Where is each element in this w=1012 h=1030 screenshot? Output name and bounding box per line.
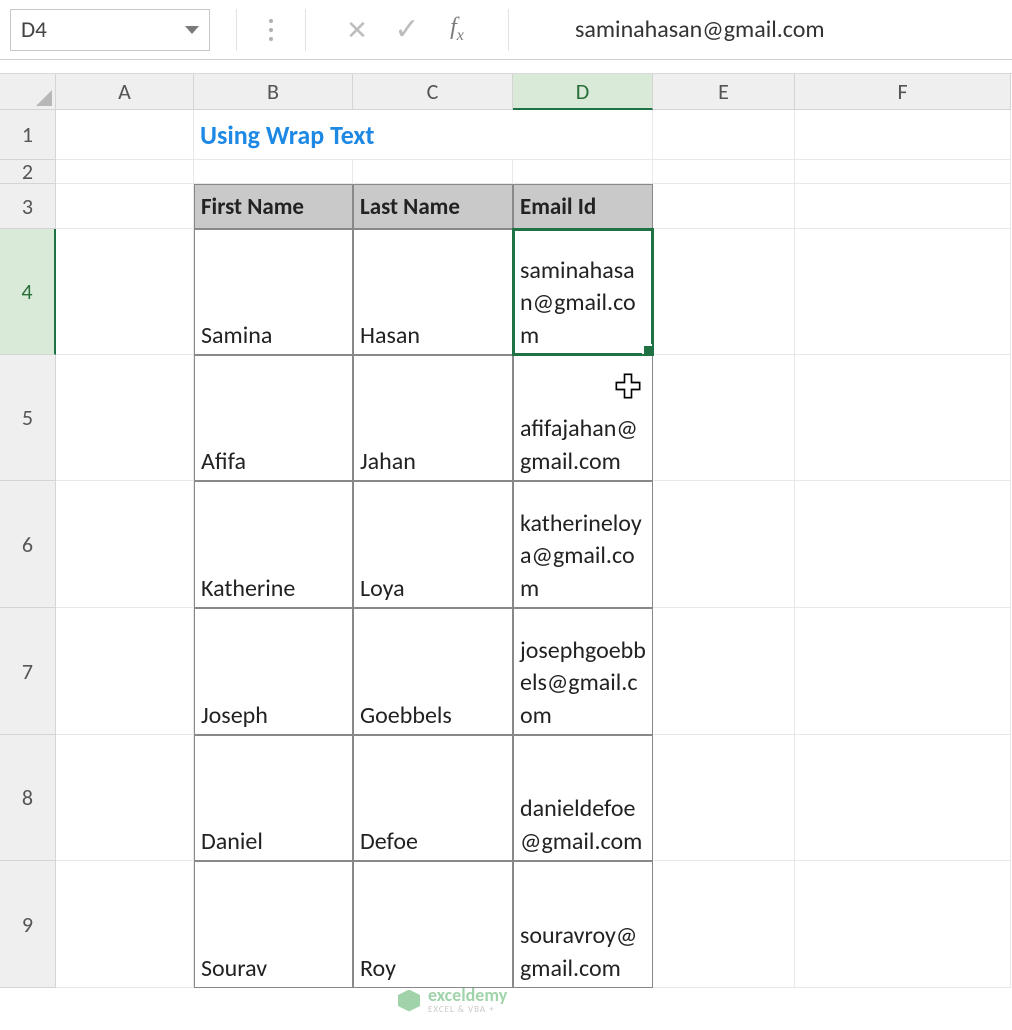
row-header-9[interactable]: 9 [0,861,56,988]
cell-A4[interactable] [56,229,194,355]
cell-D8[interactable]: danieldefoe@gmail.com [513,735,653,861]
cell-F5[interactable] [795,355,1011,481]
cell-F2[interactable] [795,160,1011,184]
cell-E4[interactable] [653,229,795,355]
separator [305,9,306,51]
name-box[interactable]: D4 [10,9,210,51]
spreadsheet-grid: A B C D E F 1 Using Wrap Text 2 3 First … [0,74,1012,988]
cell-C7[interactable]: Goebbels [353,608,513,735]
col-header-B[interactable]: B [194,74,353,110]
cell-B1-title[interactable]: Using Wrap Text [194,110,653,160]
cell-E1[interactable] [653,110,795,160]
header-last-name[interactable]: Last Name [353,184,513,229]
cell-C6[interactable]: Loya [353,481,513,608]
cell-E6[interactable] [653,481,795,608]
select-all-corner[interactable] [0,74,56,110]
cell-A8[interactable] [56,735,194,861]
row-header-1[interactable]: 1 [0,110,56,160]
cell-A9[interactable] [56,861,194,988]
cell-A7[interactable] [56,608,194,735]
row-header-2[interactable]: 2 [0,160,56,184]
cell-C2[interactable] [353,160,513,184]
separator [508,9,509,51]
cell-F1[interactable] [795,110,1011,160]
watermark-logo-icon [398,990,420,1012]
cell-E9[interactable] [653,861,795,988]
formula-bar: D4 ✕ ✓ fx saminahasan@gmail.com [0,0,1012,60]
cell-B6[interactable]: Katherine [194,481,353,608]
cell-F4[interactable] [795,229,1011,355]
cell-F9[interactable] [795,861,1011,988]
fx-button[interactable]: fx [432,14,482,45]
col-header-D[interactable]: D [513,74,653,110]
col-header-F[interactable]: F [795,74,1011,110]
name-box-dropdown-icon[interactable] [185,26,199,34]
bar-gap [0,60,1012,74]
row-header-6[interactable]: 6 [0,481,56,608]
cell-D2[interactable] [513,160,653,184]
col-header-A[interactable]: A [56,74,194,110]
cell-A1[interactable] [56,110,194,160]
cell-E7[interactable] [653,608,795,735]
header-email[interactable]: Email Id [513,184,653,229]
cell-C5[interactable]: Jahan [353,355,513,481]
cell-E8[interactable] [653,735,795,861]
col-header-C[interactable]: C [353,74,513,110]
cell-A5[interactable] [56,355,194,481]
row-header-4[interactable]: 4 [0,229,56,355]
cell-A2[interactable] [56,160,194,184]
cell-F3[interactable] [795,184,1011,229]
cell-B7[interactable]: Joseph [194,608,353,735]
header-first-name[interactable]: First Name [194,184,353,229]
formula-input[interactable]: saminahasan@gmail.com [535,9,1002,51]
cell-D9[interactable]: souravroy@gmail.com [513,861,653,988]
cancel-button[interactable]: ✕ [332,14,382,46]
cell-B9[interactable]: Sourav [194,861,353,988]
cell-E5[interactable] [653,355,795,481]
col-header-E[interactable]: E [653,74,795,110]
row-header-8[interactable]: 8 [0,735,56,861]
cell-B4[interactable]: Samina [194,229,353,355]
cell-E3[interactable] [653,184,795,229]
watermark: exceldemy EXCEL & VBA + [398,986,507,1015]
cell-F7[interactable] [795,608,1011,735]
cell-C8[interactable]: Defoe [353,735,513,861]
watermark-brand: exceldemy [428,986,507,1004]
cell-F8[interactable] [795,735,1011,861]
cell-D5[interactable]: afifajahan@gmail.com [513,355,653,481]
accept-button[interactable]: ✓ [382,11,432,48]
cell-A6[interactable] [56,481,194,608]
cell-F6[interactable] [795,481,1011,608]
row-header-7[interactable]: 7 [0,608,56,735]
name-box-value: D4 [21,16,47,44]
cell-E2[interactable] [653,160,795,184]
cell-C4[interactable]: Hasan [353,229,513,355]
cell-D6[interactable]: katherineloya@gmail.com [513,481,653,608]
more-icon[interactable] [263,19,279,41]
row-header-5[interactable]: 5 [0,355,56,481]
watermark-tagline: EXCEL & VBA + [428,1004,507,1015]
cell-C9[interactable]: Roy [353,861,513,988]
cell-A3[interactable] [56,184,194,229]
cell-D7[interactable]: josephgoebbels@gmail.com [513,608,653,735]
cell-B2[interactable] [194,160,353,184]
row-header-3[interactable]: 3 [0,184,56,229]
cell-B5[interactable]: Afifa [194,355,353,481]
cell-B8[interactable]: Daniel [194,735,353,861]
separator [236,9,237,51]
cell-D4[interactable]: saminahasan@gmail.com [513,229,653,355]
